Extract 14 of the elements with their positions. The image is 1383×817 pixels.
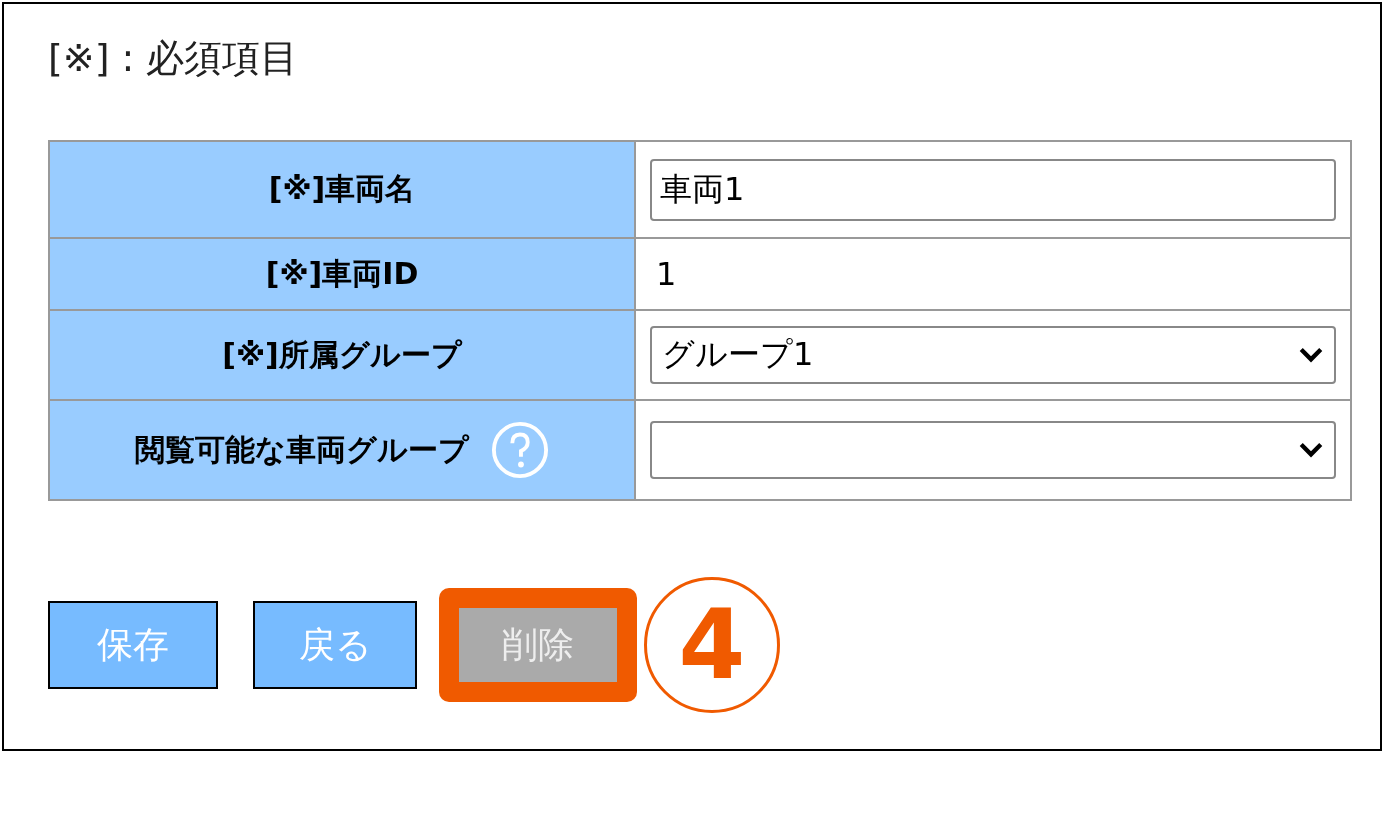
chevron-down-icon: [1298, 441, 1324, 459]
dropdown-select[interactable]: [650, 421, 1336, 479]
field-label: [※]車両ID: [265, 254, 419, 293]
field-label: [※]車両名: [268, 170, 416, 208]
step-number-badge: 4: [644, 577, 780, 713]
field-label: 閲覧可能な車両グループ: [135, 430, 469, 469]
chevron-down-icon: [1298, 346, 1324, 364]
vehicle-name-input[interactable]: 車両1: [650, 158, 1336, 221]
required-legend: [※] : 必須項目: [48, 30, 1350, 86]
field-value: 1: [655, 255, 677, 293]
dropdown-select[interactable]: グループ1: [650, 326, 1336, 384]
form-button[interactable]: 戻る: [253, 601, 417, 689]
form-button[interactable]: 保存: [48, 601, 218, 689]
field-label: [※]所属グループ: [222, 335, 462, 374]
